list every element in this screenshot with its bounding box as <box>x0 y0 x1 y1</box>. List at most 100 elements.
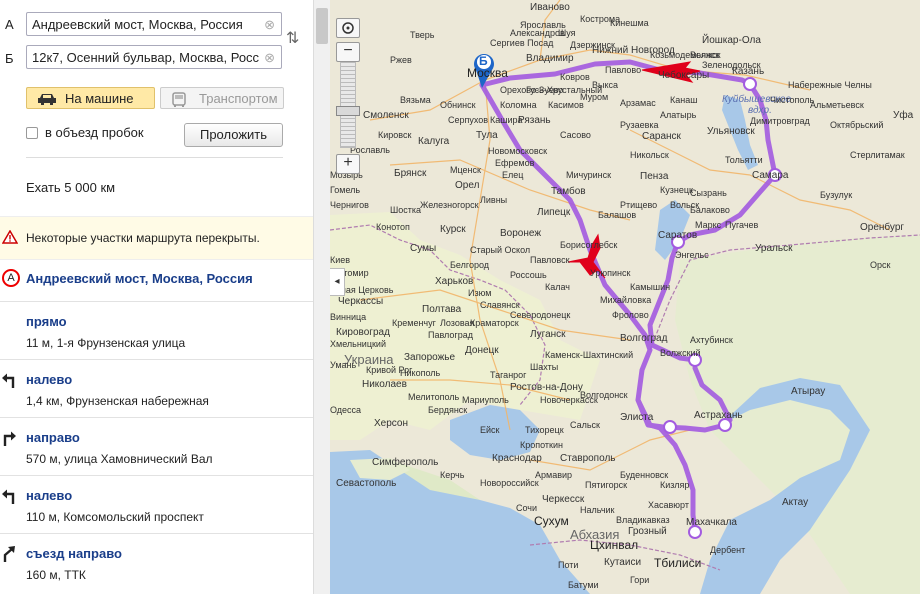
clear-from-icon[interactable]: ⊗ <box>264 13 275 35</box>
map-label: Калач <box>545 282 570 292</box>
map-label: Тамбов <box>551 186 586 197</box>
map-label: Тихорецк <box>525 425 564 435</box>
map-label: Элиста <box>620 412 654 423</box>
map-label: Дербент <box>710 545 746 555</box>
map-label: Рязань <box>518 115 551 126</box>
map-label: Алатырь <box>660 110 697 120</box>
map-label: Павлово <box>605 65 642 75</box>
map-label: Черкассы <box>338 296 384 307</box>
map-label: Новочеркасск <box>540 395 598 405</box>
map-label: Гомель <box>330 185 361 195</box>
map-label: Маркс <box>695 220 722 230</box>
avoid-traffic-checkbox[interactable] <box>26 127 38 139</box>
route-step[interactable]: налево 110 м, Комсомольский проспект <box>0 475 313 534</box>
map-label: Ливны <box>480 195 508 205</box>
map-label: Смоленск <box>363 110 409 121</box>
map-label: Бердянск <box>428 405 468 415</box>
warning-icon <box>2 230 18 244</box>
route-step[interactable]: прямо 11 м, 1-я Фрунзенская улица <box>0 301 313 360</box>
map-label: Батуми <box>568 580 599 590</box>
scrollbar-thumb[interactable] <box>316 8 328 44</box>
zoom-out-button[interactable]: − <box>336 42 360 62</box>
step-detail: 570 м, улица Хамовнический Вал <box>26 452 213 466</box>
map-label: Северодонецк <box>510 310 571 320</box>
map-label: Елец <box>502 170 524 180</box>
zoom-control: − + <box>336 18 360 176</box>
to-input-value: 12к7, Осенний бульвар, Москва, Росс <box>32 50 260 65</box>
map-label: Луганск <box>530 329 566 340</box>
map-label: Россошь <box>510 270 547 280</box>
step-detail: 1,4 км, Фрунзенская набережная <box>26 394 209 408</box>
step-action: налево <box>26 488 73 503</box>
step-action: направо <box>26 430 80 445</box>
swap-icon[interactable]: ⇅ <box>286 28 299 48</box>
route-step[interactable]: налево 1,4 км, Фрунзенская набережная <box>0 359 313 418</box>
map-label: Черкесск <box>542 494 585 505</box>
map-label: Саранск <box>642 131 681 142</box>
map-label: Никополь <box>400 368 441 378</box>
map-label: Орск <box>870 260 891 270</box>
map-label: Армавир <box>535 470 573 480</box>
map-label: Мценск <box>450 165 481 175</box>
map-label: Каменск-Шахтинский <box>545 350 634 360</box>
map-label: Ейск <box>480 425 500 435</box>
to-input[interactable]: 12к7, Осенний бульвар, Москва, Росс ⊗ <box>26 45 282 69</box>
route-step[interactable]: направо 570 м, улица Хамовнический Вал <box>0 417 313 476</box>
from-input[interactable]: Андреевский мост, Москва, Россия ⊗ <box>26 12 282 36</box>
step-action: прямо <box>26 314 67 329</box>
divider <box>26 157 283 158</box>
locate-icon[interactable] <box>336 18 360 38</box>
map-label: вдхр. <box>748 105 772 116</box>
map-label: Чебоксары <box>658 70 710 81</box>
mode-transit-button[interactable]: Транспортом <box>160 87 284 109</box>
map-label: Севастополь <box>336 478 397 489</box>
map-label: Херсон <box>374 418 408 429</box>
panel-scrollbar[interactable] <box>313 0 331 594</box>
map-label: Белгород <box>450 260 490 270</box>
map-label: Буденновск <box>620 470 669 480</box>
map-label: Ртищево <box>620 200 658 210</box>
turn-right-icon <box>3 431 16 446</box>
zoom-slider[interactable] <box>340 62 356 148</box>
mode-car-button[interactable]: На машине <box>26 87 155 109</box>
map-label: Шостка <box>390 205 422 215</box>
collapse-panel-button[interactable]: ◂ <box>330 268 345 296</box>
map-label: Полтава <box>422 304 462 315</box>
map-label: Тверь <box>410 30 435 40</box>
map-label: Кизляр <box>660 480 690 490</box>
map-label: Вольск <box>670 200 700 210</box>
map-label: Энгельс <box>675 250 709 260</box>
map-label: Кировск <box>378 130 412 140</box>
map-label: Пенза <box>640 171 669 182</box>
map-label: Ростов-на-Дону <box>510 382 583 393</box>
map-label: Кинешма <box>610 18 649 28</box>
zoom-in-button[interactable]: + <box>336 154 360 174</box>
map-label: Актау <box>782 497 809 508</box>
map-label: Борисоглебск <box>560 240 618 250</box>
map-label: Ахтубинск <box>690 335 733 345</box>
to-letter: Б <box>5 51 14 66</box>
build-route-button[interactable]: Проложить <box>184 123 283 147</box>
from-letter: А <box>5 17 14 32</box>
map-label: Старый Оскол <box>470 245 531 255</box>
route-step[interactable]: съезд направо 160 м, ТТК <box>0 533 313 592</box>
map-label: Серпухов <box>448 115 489 125</box>
map-label: Славянск <box>480 300 520 310</box>
clear-to-icon[interactable]: ⊗ <box>264 46 275 68</box>
zoom-slider-thumb[interactable] <box>336 106 360 116</box>
map-label: Ржев <box>390 55 412 65</box>
map-label: Кузнецк <box>660 185 693 195</box>
map-label: Дзержинск <box>570 40 615 50</box>
route-start-item[interactable]: А Андреевский мост, Москва, Россия <box>0 266 313 300</box>
turn-left-icon <box>2 373 15 388</box>
map-label: Оренбург <box>860 222 905 233</box>
map-label: Новомосковск <box>488 146 548 156</box>
route-panel: А Андреевский мост, Москва, Россия ⊗ Б 1… <box>0 0 313 594</box>
map-label: Сальск <box>570 420 600 430</box>
map-label: Ефремов <box>495 158 535 168</box>
map-label: Астрахань <box>694 410 743 421</box>
map-label: Краснодар <box>492 453 542 464</box>
map-label: Киев <box>330 255 351 265</box>
map-view[interactable]: Б Иваново Йошкар-Ола Москва Владимир Ниж… <box>330 0 920 594</box>
step-action: съезд направо <box>26 546 122 561</box>
